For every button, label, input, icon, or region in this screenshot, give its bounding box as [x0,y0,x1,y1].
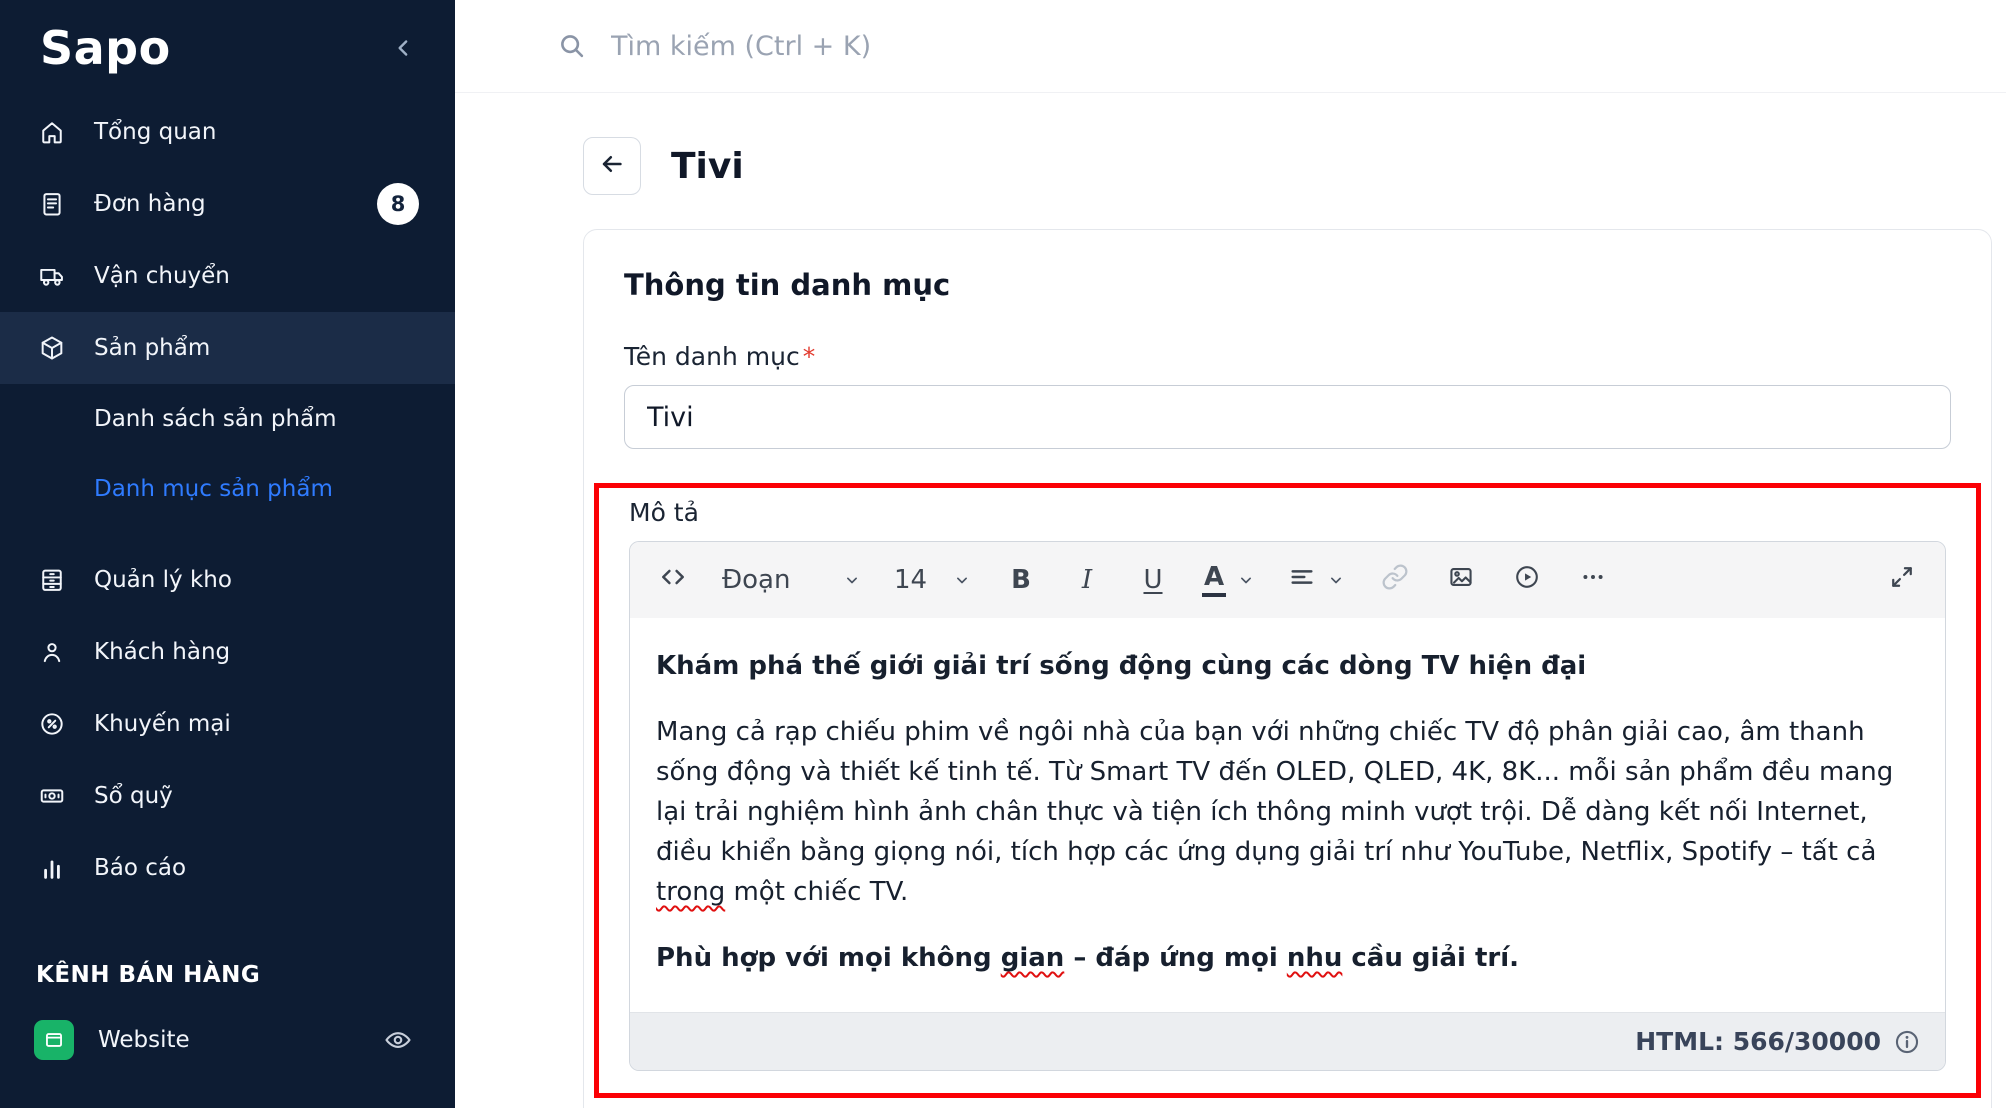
italic-label: I [1082,565,1092,595]
play-circle-icon [1513,563,1541,598]
orders-icon [36,190,68,218]
italic-button[interactable]: I [1064,554,1110,606]
sidebar-nav: Tổng quan Đơn hàng 8 Vận chuyển Sản phẩm… [0,96,455,904]
rich-text-editor: Đoạn 14 B [629,541,1946,1071]
bold-label: B [1011,565,1031,595]
sidebar-item-website[interactable]: Website [0,1004,455,1076]
sidebar-item-label: Vận chuyển [94,263,230,289]
collapse-sidebar-icon[interactable] [391,35,417,61]
category-name-input[interactable] [624,385,1951,449]
more-button[interactable] [1570,554,1616,606]
align-left-icon [1288,563,1316,598]
link-button[interactable] [1372,554,1418,606]
sidebar-item-van-chuyen[interactable]: Vận chuyển [0,240,455,312]
sidebar-item-label: Đơn hàng [94,191,206,217]
editor-footer: HTML: 566/30000 [630,1012,1945,1070]
sidebar-item-bao-cao[interactable]: Báo cáo [0,832,455,904]
sidebar-item-khach-hang[interactable]: Khách hàng [0,616,455,688]
eye-icon[interactable] [383,1025,413,1055]
font-size-value: 14 [894,565,927,595]
page-header: Tivi [583,137,1992,195]
sidebar-item-label: Sản phẩm [94,335,210,361]
search-input[interactable] [611,31,1966,62]
ellipsis-icon [1579,563,1607,598]
bold-button[interactable]: B [998,554,1044,606]
editor-paragraph[interactable]: Khám phá thế giới giải trí sống động cùn… [656,646,1919,686]
font-size-dropdown[interactable]: 14 [888,554,978,606]
sidebar: Sapo Tổng quan Đơn hàng 8 Vận chuyển [0,0,455,1108]
sidebar-item-label: Khách hàng [94,639,230,665]
main-area: Tivi Thông tin danh mục Tên danh mục* Mô… [455,0,2006,1108]
text-color-dropdown[interactable]: A [1196,554,1262,606]
sidebar-item-label: Sổ quỹ [94,783,173,809]
cash-icon [36,782,68,810]
underline-label: U [1143,565,1162,595]
source-code-button[interactable] [650,554,696,606]
paragraph-style-dropdown[interactable]: Đoạn [716,554,868,606]
sidebar-item-danh-muc-san-pham[interactable]: Danh mục sản phẩm [0,454,455,524]
sidebar-item-so-quy[interactable]: Sổ quỹ [0,760,455,832]
channel-label: Website [98,1027,190,1053]
search-icon [557,31,587,61]
fullscreen-button[interactable] [1879,554,1925,606]
home-icon [36,118,68,146]
underline-button[interactable]: U [1130,554,1176,606]
editor-paragraph[interactable]: Phù hợp với mọi không gian – đáp ứng mọi… [656,938,1919,978]
sapo-logo: Sapo [40,21,171,75]
sidebar-item-label: Quản lý kho [94,567,232,593]
page-content: Tivi Thông tin danh mục Tên danh mục* Mô… [455,93,2006,1108]
info-icon[interactable] [1893,1028,1921,1056]
percent-icon [36,710,68,738]
customer-icon [36,638,68,666]
truck-icon [36,262,68,290]
sidebar-item-label: Danh mục sản phẩm [94,476,333,502]
sidebar-header: Sapo [0,0,455,96]
chart-icon [36,854,68,882]
sidebar-item-danh-sach-san-pham[interactable]: Danh sách sản phẩm [0,384,455,454]
editor-content[interactable]: Khám phá thế giới giải trí sống động cùn… [630,618,1945,1012]
align-dropdown[interactable] [1282,554,1352,606]
chevron-down-icon [952,570,972,590]
name-field-label: Tên danh mục* [624,342,1951,371]
product-submenu: Danh sách sản phẩm Danh mục sản phẩm [0,384,455,524]
image-button[interactable] [1438,554,1484,606]
image-icon [1447,563,1475,598]
category-info-card: Thông tin danh mục Tên danh mục* Mô tả [583,229,1992,1108]
sidebar-item-label: Danh sách sản phẩm [94,406,337,432]
sidebar-item-khuyen-mai[interactable]: Khuyến mại [0,688,455,760]
sidebar-item-label: Báo cáo [94,855,186,881]
html-counter: HTML: 566/30000 [1635,1027,1881,1056]
box-icon [36,334,68,362]
orders-count-badge: 8 [377,183,419,225]
code-icon [657,561,689,600]
link-icon [1381,563,1409,598]
arrow-left-icon [598,150,626,182]
text-color-label: A [1202,563,1226,597]
annotation-highlight: Mô tả Đoạn [594,483,1981,1098]
sidebar-item-quan-ly-kho[interactable]: Quản lý kho [0,544,455,616]
sidebar-item-san-pham[interactable]: Sản phẩm [0,312,455,384]
description-field-label: Mô tả [629,498,1946,527]
page-title: Tivi [671,146,744,187]
chevron-down-icon [1236,570,1256,590]
sidebar-item-don-hang[interactable]: Đơn hàng 8 [0,168,455,240]
chevron-down-icon [1326,570,1346,590]
sidebar-item-tong-quan[interactable]: Tổng quan [0,96,455,168]
name-label-text: Tên danh mục [624,342,800,371]
sidebar-item-label: Khuyến mại [94,711,231,737]
warehouse-icon [36,566,68,594]
topbar [455,0,2006,93]
chevron-down-icon [842,570,862,590]
required-asterisk: * [803,342,816,371]
card-title: Thông tin danh mục [624,268,1951,302]
expand-icon [1888,563,1916,598]
paragraph-style-value: Đoạn [722,565,790,595]
back-button[interactable] [583,137,641,195]
editor-paragraph[interactable]: Mang cả rạp chiếu phim về ngôi nhà của b… [656,712,1919,912]
video-button[interactable] [1504,554,1550,606]
editor-toolbar: Đoạn 14 B [630,542,1945,618]
sidebar-item-label: Tổng quan [94,119,216,145]
website-icon [34,1020,74,1060]
sales-channels-header: KÊNH BÁN HÀNG [0,938,455,1004]
